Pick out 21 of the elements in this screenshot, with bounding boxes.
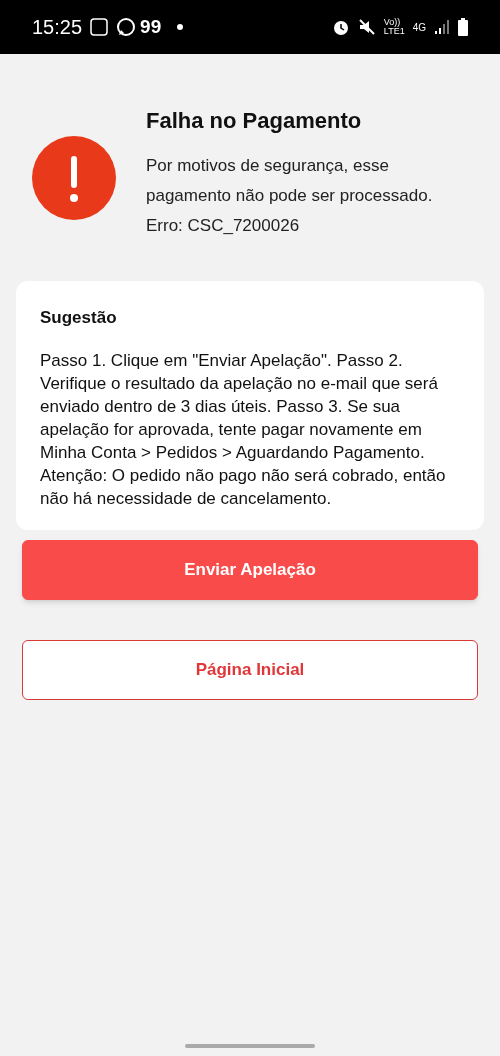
network-label: 4G: [412, 20, 426, 35]
alarm-icon: [331, 18, 350, 36]
app-icon: [90, 18, 109, 36]
error-icon: [32, 136, 116, 220]
status-time: 15:25: [32, 15, 83, 40]
home-button[interactable]: Página Inicial: [22, 639, 478, 700]
notification-count: 99: [140, 14, 162, 39]
volte-label: Vo)): [383, 18, 401, 27]
appeal-button[interactable]: Enviar Apelação: [22, 539, 478, 600]
result-message: Por motivos de segurança, esse pagamento não pode ser processado.: [146, 155, 434, 207]
lte-label: LTE1: [383, 27, 405, 36]
suggestion-title: Sugestão: [40, 307, 118, 329]
result-title: Falha no Pagamento: [146, 107, 363, 135]
signal-icon: [434, 19, 450, 35]
suggestion-text: Passo 1. Clique em "Enviar Apelação". Passo 2. Verifique o resultado da apelação no e-mail que será enviado dentro de 3 dias úteis. Passo 3. Se sua apelação for aprovada, tente pagar novamente em Minha Conta > Pedidos > Aguardando Pagamento. Atenção: O pedido não pago não será cobrado, então não há necessidade de cancelamento.: [40, 349, 447, 510]
battery-icon: [458, 18, 468, 36]
chat-icon: [116, 17, 137, 37]
mute-icon: [357, 18, 376, 36]
home-indicator[interactable]: [185, 1044, 315, 1048]
error-code: Erro: CSC_7200026: [146, 215, 301, 237]
dot-icon: [177, 24, 184, 30]
